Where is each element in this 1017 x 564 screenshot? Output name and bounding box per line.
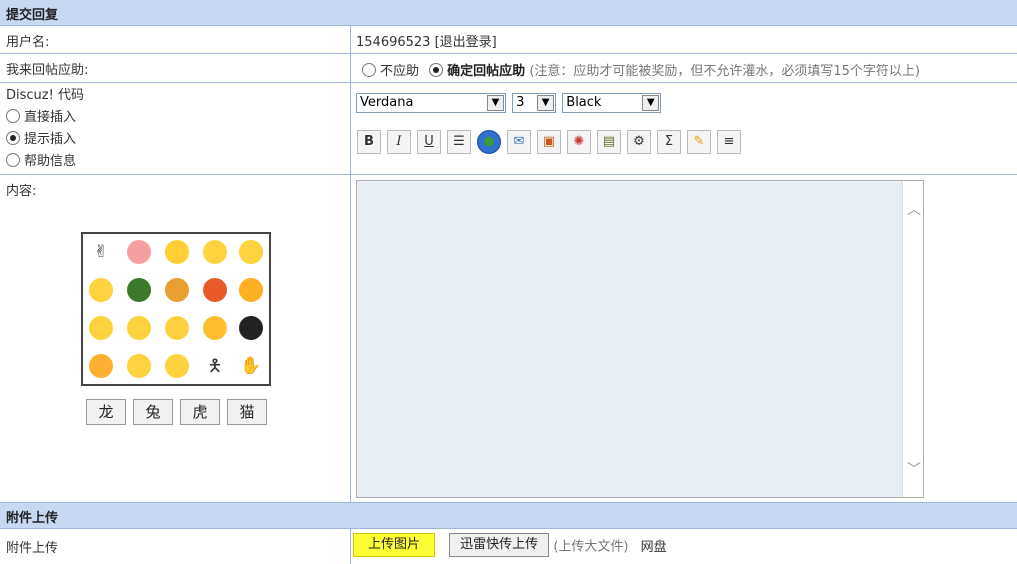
size-select-value: 3 [516,95,525,110]
radio-no-help[interactable] [362,63,376,77]
logout-link[interactable]: [退出登录] [435,35,497,50]
help-reply-row: 我来回帖应助: 不应助 确定回帖应助 (注意：应助才可能被奖励，但不允许灌水，必… [0,54,1017,83]
squint-emoji-icon[interactable] [165,316,189,340]
tongue-emoji-icon[interactable] [239,278,263,302]
emoticon-tab-tiger[interactable]: 虎 [180,399,220,425]
blush-emoji-icon[interactable] [165,354,189,378]
content-cell: 内容: ✌ 🯅 ✋ 龙 兔 虎 猫 [0,175,351,502]
font-select-value: Verdana [360,95,414,110]
person-emoji-icon[interactable]: 🯅 [203,354,227,378]
font-select[interactable]: Verdana ▼ [356,93,506,113]
attach-label: 附件上传 [0,529,351,564]
textarea-scrollbar[interactable]: ︿ ﹀ [902,181,923,497]
bold-icon[interactable]: B [357,130,381,154]
pig-emoji-icon[interactable] [127,240,151,264]
email-icon[interactable]: ✉ [507,130,531,154]
radio-icon [6,109,20,123]
content-label: 内容: [6,184,37,199]
victory-emoji-icon[interactable]: ✌ [89,240,113,264]
help-reply-options: 不应助 确定回帖应助 (注意：应助才可能被奖励，但不允许灌水，必须填写15个字符… [351,54,1017,82]
emoticon-tab-rabbit[interactable]: 兔 [133,399,173,425]
reply-form: 提交回复 用户名: 154696523 [退出登录] 我来回帖应助: 不应助 确… [0,0,1017,564]
radio-icon [6,153,20,167]
attach-buttons: 上传图片 迅雷快传上传 (上传大文件) 网盘 [351,529,1017,564]
cigar-emoji-icon[interactable] [165,278,189,302]
handshake-emoji-icon[interactable]: ✋ [239,354,263,378]
color-select-value: Black [566,95,602,110]
sad-emoji-icon[interactable] [203,240,227,264]
emoticon-tab-dragon[interactable]: 龙 [86,399,126,425]
reply-section-header: 提交回复 [0,0,1017,26]
content-textarea[interactable]: ︿ ﹀ [356,180,924,498]
username-cell: 154696523 [退出登录] [351,26,1017,53]
big-file-note: (上传大文件) [553,539,629,555]
emoticon-tab-cat[interactable]: 猫 [227,399,267,425]
username-row: 用户名: 154696523 [退出登录] [0,26,1017,54]
discuz-option-prompt[interactable]: 提示插入 [6,129,344,151]
discuz-option-label: 帮助信息 [24,154,77,169]
discuz-option-label: 直接插入 [24,110,77,125]
help-reply-label: 我来回帖应助: [0,54,351,82]
dizzy-emoji-icon[interactable] [89,316,113,340]
option-no-help-label: 不应助 [380,64,420,79]
quote-icon[interactable]: Σ [657,130,681,154]
pin-icon[interactable]: ✎ [687,130,711,154]
surprised-emoji-icon[interactable] [127,316,151,340]
netdisk-link[interactable]: 网盘 [641,540,667,555]
italic-icon[interactable]: I [387,130,411,154]
discuz-code-row: Discuz! 代码 直接插入 提示插入 帮助信息 Verdana ▼ 3 ▼ Bl… [0,83,1017,175]
username-value: 154696523 [356,35,431,50]
username-label: 用户名: [0,26,351,53]
media-icon[interactable]: ✺ [567,130,591,154]
soldier-emoji-icon[interactable] [127,278,151,302]
content-row: 内容: ✌ 🯅 ✋ 龙 兔 虎 猫 ︿ ﹀ [0,175,1017,503]
color-select[interactable]: Black ▼ [562,93,662,113]
black-cat-emoji-icon[interactable] [239,316,263,340]
reply-header-title: 提交回复 [6,8,59,23]
fast-upload-button[interactable]: 迅雷快传上传 [449,533,550,557]
scroll-down-icon[interactable]: ﹀ [907,459,921,479]
code-icon[interactable]: ⚙ [627,130,651,154]
radio-icon [6,131,20,145]
upload-image-button[interactable]: 上传图片 [353,533,436,557]
chevron-down-icon: ▼ [537,95,555,111]
image-icon[interactable]: ▣ [537,130,561,154]
thinking-emoji-icon[interactable] [165,240,189,264]
emoticon-panel: ✌ 🯅 ✋ [81,232,271,386]
editor-toolbar: Verdana ▼ 3 ▼ Black ▼ B I U ☰ ● ✉ ▣ ✺ ▤ ⚙ Σ ✎ ≡ [351,83,1017,174]
size-select[interactable]: 3 ▼ [512,93,557,113]
globe-icon[interactable]: ● [477,130,501,154]
list-icon[interactable]: ≡ [717,130,741,154]
film-icon[interactable]: ▤ [597,130,621,154]
radio-confirm-help[interactable] [429,63,444,77]
underline-icon[interactable]: U [417,130,441,154]
attach-header-title: 附件上传 [6,511,59,526]
chevron-down-icon: ▼ [487,95,504,111]
smile-emoji-icon[interactable] [89,278,113,302]
editor-buttons: B I U ☰ ● ✉ ▣ ✺ ▤ ⚙ Σ ✎ ≡ [357,130,1012,154]
discuz-code-label: Discuz! 代码 [6,88,84,103]
center-icon[interactable]: ☰ [447,130,471,154]
option-confirm-help-label: 确定回帖应助 [447,64,526,79]
scroll-up-icon[interactable]: ︿ [907,199,921,219]
discuz-code-cell: Discuz! 代码 直接插入 提示插入 帮助信息 [0,83,351,174]
chevron-down-icon: ▼ [642,95,660,111]
angry-emoji-icon[interactable] [203,278,227,302]
content-editor-cell: ︿ ﹀ [351,175,1017,502]
love-eyes-emoji-icon[interactable] [89,354,113,378]
attach-row: 附件上传 上传图片 迅雷快传上传 (上传大文件) 网盘 [0,529,1017,564]
headband-emoji-icon[interactable] [127,354,151,378]
discuz-option-help[interactable]: 帮助信息 [6,151,344,173]
help-reply-note: (注意：应助才可能被奖励，但不允许灌水，必须填写15个字符以上) [529,64,920,79]
attach-section-header: 附件上传 [0,503,1017,529]
grin-emoji-icon[interactable] [239,240,263,264]
discuz-option-label: 提示插入 [24,132,77,147]
format-selects: Verdana ▼ 3 ▼ Black ▼ [356,93,1012,113]
discuz-option-direct[interactable]: 直接插入 [6,107,344,129]
crying-emoji-icon[interactable] [203,316,227,340]
